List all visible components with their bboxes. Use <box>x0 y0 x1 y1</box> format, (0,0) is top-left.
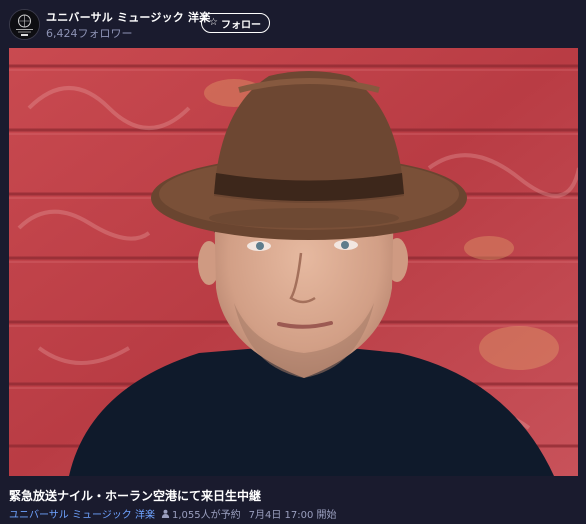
thumbnail-photo <box>9 48 578 476</box>
follower-count: 6,424フォロワー <box>46 27 133 40</box>
person-icon <box>161 509 170 518</box>
schedule-time: 7月4日 17:00 開始 <box>248 510 337 521</box>
reservation-count: 1,055人が予約 <box>171 510 241 521</box>
channel-avatar[interactable] <box>9 9 40 40</box>
follow-button-label: フォロー <box>220 19 261 31</box>
channel-name[interactable]: ユニバーサル ミュージック 洋楽 <box>46 9 210 25</box>
author-link[interactable]: ユニバーサル ミュージック 洋楽 <box>9 506 155 521</box>
star-icon: ☆ <box>209 17 218 28</box>
channel-header: ユニバーサル ミュージック 洋楽 6,424フォロワー ☆ フォロー <box>0 0 586 46</box>
follow-button[interactable]: ☆ フォロー <box>201 13 270 33</box>
program-meta: ユニバーサル ミュージック 洋楽 1,055人が予約 7月4日 17:00 開始 <box>9 506 337 521</box>
program-title[interactable]: 緊急放送ナイル・ホーラン空港にて来日生中継 <box>9 487 261 504</box>
program-thumbnail[interactable] <box>9 48 578 476</box>
